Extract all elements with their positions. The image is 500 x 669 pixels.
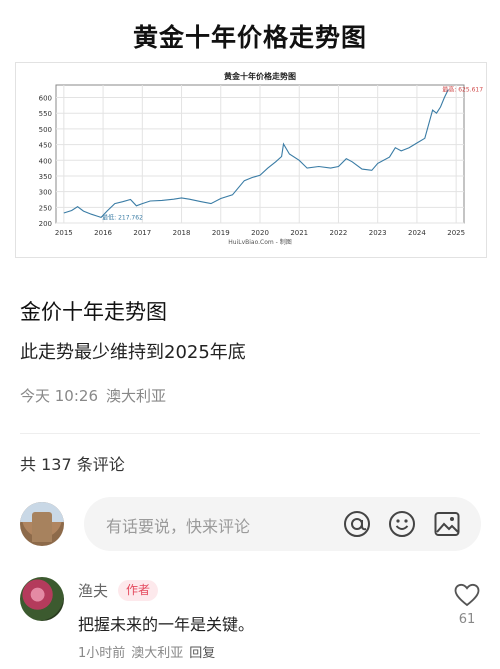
y-tick-label: 600 <box>39 95 52 103</box>
comment-input[interactable]: 有话要说，快来评论 <box>84 497 481 551</box>
comment-text: 把握未来的一年是关键。 <box>78 615 255 634</box>
y-tick-label: 500 <box>39 126 52 134</box>
gold-price-chart: 200 250 300 350 400 450 500 550 600 2015 2016 2017 2… <box>15 62 487 258</box>
comment-location: 澳大利亚 <box>131 646 184 661</box>
chart-svg: 200 250 300 350 400 450 500 550 600 2015 2016 2017 2… <box>39 71 484 246</box>
y-tick-label: 300 <box>39 189 52 197</box>
x-tick-label: 2019 <box>212 229 230 237</box>
comment-time: 1小时前 <box>78 646 126 661</box>
x-tick-label: 2017 <box>133 229 151 237</box>
x-tick-label: 2023 <box>369 229 387 237</box>
chart-title: 黄金十年价格走势图 <box>224 71 296 81</box>
chart-source-label: HuiLvBiao.Com - 制图 <box>228 238 292 246</box>
y-tick-label: 550 <box>39 110 52 118</box>
my-avatar[interactable] <box>20 502 64 546</box>
y-tick-label: 250 <box>39 204 52 212</box>
divider <box>20 433 480 434</box>
comment-input-placeholder: 有话要说，快来评论 <box>106 517 251 536</box>
x-tick-label: 2024 <box>408 229 426 237</box>
post-meta: 今天 10:26 澳大利亚 <box>20 385 166 406</box>
x-tick-label: 2015 <box>55 229 73 237</box>
x-tick-label: 2025 <box>447 229 465 237</box>
image-icon[interactable] <box>432 509 462 539</box>
low-point-label: 最低: 217.762 <box>102 213 143 221</box>
y-tick-label: 350 <box>39 173 52 181</box>
x-tick-label: 2021 <box>290 229 308 237</box>
post-location: 澳大利亚 <box>106 387 167 405</box>
reply-button[interactable]: 回复 <box>189 646 215 661</box>
commenter-name[interactable]: 渔夫 <box>78 580 108 601</box>
image-title: 黄金十年价格走势图 <box>132 23 367 52</box>
heart-icon[interactable] <box>454 583 480 607</box>
x-tick-label: 2018 <box>173 229 191 237</box>
y-tick-label: 450 <box>39 142 52 150</box>
author-badge: 作者 <box>118 580 159 601</box>
x-tick-label: 2016 <box>94 229 112 237</box>
y-tick-label: 400 <box>39 157 52 165</box>
at-icon[interactable] <box>342 509 372 539</box>
comment-meta: 1小时前 澳大利亚 回复 <box>78 642 215 661</box>
x-tick-label: 2022 <box>330 229 348 237</box>
post-time: 今天 10:26 <box>20 387 98 405</box>
x-tick-label: 2020 <box>251 229 269 237</box>
y-tick-label: 200 <box>39 220 52 228</box>
high-point-label: 最高: 625.617 <box>442 86 483 94</box>
like-count: 61 <box>458 612 476 627</box>
comment-count: 共 137 条评论 <box>20 455 125 474</box>
emoji-icon[interactable] <box>387 509 417 539</box>
post-body: 此走势最少维持到2025年底 <box>20 342 246 363</box>
commenter-avatar[interactable] <box>20 577 64 621</box>
post-title: 金价十年走势图 <box>20 300 167 324</box>
